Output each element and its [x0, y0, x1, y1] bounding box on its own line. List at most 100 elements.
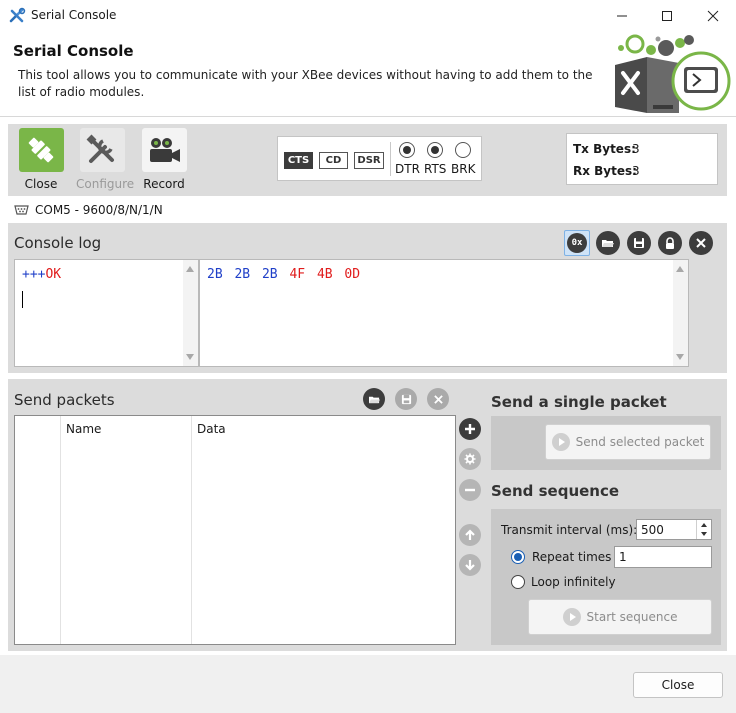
play-icon	[562, 608, 581, 626]
rx-bytes-row: Rx Bytes: 3	[573, 164, 640, 178]
text-caret	[22, 291, 23, 308]
transmit-interval-value: 500	[641, 523, 664, 537]
tx-bytes-label: Tx Bytes:	[573, 142, 636, 156]
transmit-interval-label: Transmit interval (ms):	[501, 523, 638, 537]
stepper-arrows[interactable]	[696, 520, 711, 539]
repeat-times-label: Repeat times	[532, 550, 612, 564]
tx-bytes-value: 3	[632, 142, 640, 156]
save-icon	[401, 394, 411, 404]
ascii-log-line: +++OK	[22, 267, 61, 282]
hex-byte: 2B	[261, 267, 278, 282]
column-header-data[interactable]: Data	[197, 422, 226, 436]
hex-byte: 2B	[234, 267, 251, 282]
add-packet-button[interactable]	[459, 418, 481, 440]
send-packets-panel: Send packets Name Data Send a single pac…	[8, 379, 727, 651]
dtr-toggle[interactable]	[399, 142, 415, 158]
plus-icon	[465, 424, 475, 434]
clear-icon	[696, 238, 706, 248]
title-bar: Serial Console	[0, 0, 736, 31]
close-connection-button[interactable]: Close	[15, 128, 67, 192]
minimize-button[interactable]	[599, 0, 645, 31]
open-packets-button[interactable]	[363, 388, 385, 410]
start-sequence-button[interactable]: Start sequence	[528, 599, 712, 635]
page-description: This tool allows you to communicate with…	[18, 68, 593, 99]
column-divider	[60, 416, 61, 644]
byte-counters: Tx Bytes: 3 Rx Bytes: 3	[566, 133, 718, 185]
clear-log-button[interactable]	[689, 231, 713, 255]
record-button[interactable]: Record	[138, 128, 190, 192]
packets-table[interactable]: Name Data	[14, 415, 456, 645]
console-log-title: Console log	[14, 234, 102, 252]
page-title: Serial Console	[13, 42, 134, 60]
send-packets-title: Send packets	[14, 391, 115, 409]
loop-infinitely-label: Loop infinitely	[531, 575, 616, 589]
hex-byte: 4B	[316, 267, 333, 282]
cts-indicator: CTS	[284, 152, 313, 169]
open-log-button[interactable]	[596, 231, 620, 255]
save-icon	[634, 238, 644, 248]
clear-icon	[433, 394, 443, 404]
brk-toggle[interactable]	[455, 142, 471, 158]
close-dialog-button[interactable]: Close	[633, 672, 723, 698]
hex-icon: 0x	[567, 233, 587, 253]
hex-byte: 2B	[207, 267, 223, 282]
send-sequence-title: Send sequence	[491, 482, 620, 500]
configure-label: Configure	[76, 177, 135, 191]
arrow-down-icon	[465, 560, 475, 571]
start-sequence-label: Start sequence	[586, 610, 678, 624]
repeat-times-radio[interactable]	[511, 550, 525, 564]
transmit-interval-stepper[interactable]: 500	[636, 519, 712, 540]
close-icon	[707, 10, 719, 21]
hex-console[interactable]: 2B 2B 2B 4F 4B 0D	[199, 259, 689, 367]
ascii-console[interactable]: +++OK	[14, 259, 199, 367]
open-folder-icon	[602, 240, 614, 247]
send-selected-packet-label: Send selected packet	[575, 435, 705, 449]
maximize-icon	[662, 10, 672, 21]
maximize-button[interactable]	[644, 0, 690, 31]
serial-lines-panel: CTS CD DSR DTR RTS BRK	[277, 136, 482, 181]
open-folder-icon	[368, 396, 380, 403]
hex-byte: 0D	[344, 267, 361, 282]
console-log-panel: Console log 0x +++OK 2B 2B 2B 4F 4B 0D	[8, 223, 727, 373]
play-icon	[551, 433, 570, 451]
header: Serial Console This tool allows you to c…	[0, 31, 736, 116]
minimize-icon	[617, 15, 627, 16]
send-sequence-box: Transmit interval (ms): 500 Repeat times…	[491, 509, 721, 645]
footer: Close	[0, 655, 736, 713]
save-log-button[interactable]	[627, 231, 651, 255]
xbee-tools-icon	[9, 7, 26, 23]
cd-indicator: CD	[319, 152, 348, 169]
single-packet-title: Send a single packet	[491, 393, 667, 411]
serial-console-hero-icon	[615, 34, 731, 113]
hex-byte: 4F	[289, 267, 306, 282]
record-label: Record	[143, 177, 185, 191]
ascii-scrollbar[interactable]	[183, 260, 198, 366]
rx-bytes-label: Rx Bytes:	[573, 164, 637, 178]
tools-icon	[79, 128, 125, 172]
disconnect-plug-icon	[18, 128, 64, 172]
loop-infinitely-radio[interactable]	[511, 575, 525, 589]
tx-bytes-row: Tx Bytes: 3	[573, 142, 640, 156]
repeat-times-input[interactable]: 1	[614, 546, 712, 568]
rts-toggle[interactable]	[427, 142, 443, 158]
single-packet-box: Send selected packet	[491, 416, 721, 470]
column-header-name[interactable]: Name	[66, 422, 101, 436]
clear-packets-button[interactable]	[427, 388, 449, 410]
rts-label: RTS	[424, 162, 447, 176]
send-selected-packet-button[interactable]: Send selected packet	[545, 424, 711, 460]
move-up-button[interactable]	[459, 524, 481, 546]
edit-packet-button[interactable]	[459, 448, 481, 470]
port-status: COM5 - 9600/8/N/1/N	[14, 202, 163, 218]
remove-packet-button[interactable]	[459, 479, 481, 501]
ascii-sent-text: +++	[22, 267, 46, 282]
hex-toggle-button[interactable]: 0x	[564, 230, 590, 256]
lock-log-button[interactable]	[658, 231, 682, 255]
move-down-button[interactable]	[459, 554, 481, 576]
video-camera-icon	[141, 128, 187, 172]
configure-button[interactable]: Configure	[76, 128, 135, 192]
lock-icon	[666, 236, 674, 249]
window-close-button[interactable]	[690, 0, 736, 31]
hex-scrollbar[interactable]	[673, 260, 688, 366]
save-packets-button[interactable]	[395, 388, 417, 410]
window-title: Serial Console	[31, 8, 117, 22]
